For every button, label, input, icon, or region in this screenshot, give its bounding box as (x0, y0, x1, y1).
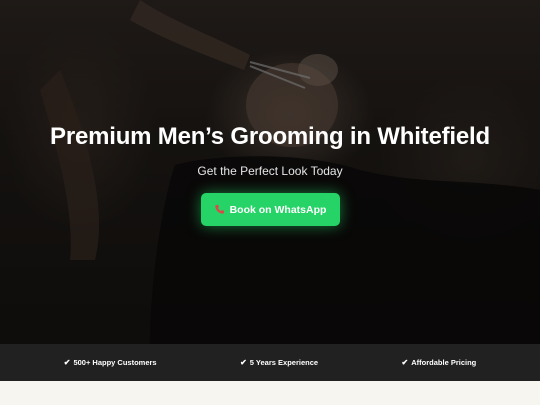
trust-item-customers: ✔ 500+ Happy Customers (64, 358, 157, 367)
next-section (0, 381, 540, 405)
trust-bar: ✔ 500+ Happy Customers ✔ 5 Years Experie… (0, 344, 540, 381)
book-on-whatsapp-button[interactable]: Book on WhatsApp (200, 193, 340, 226)
hero-subtitle: Get the Perfect Look Today (197, 164, 343, 178)
phone-icon (214, 204, 224, 214)
hero-content: Premium Men’s Grooming in Whitefield Get… (0, 118, 540, 226)
check-icon: ✔ (240, 358, 247, 367)
trust-item-experience: ✔ 5 Years Experience (240, 358, 318, 367)
check-icon: ✔ (401, 358, 409, 367)
trust-item-label: 5 Years Experience (249, 358, 319, 367)
trust-item-pricing: ✔ Affordable Pricing (402, 358, 477, 367)
trust-item-label: 500+ Happy Customers (73, 358, 157, 367)
check-icon: ✔ (63, 358, 71, 367)
book-on-whatsapp-label: Book on WhatsApp (229, 203, 327, 216)
hero-title: Premium Men’s Grooming in Whitefield (50, 123, 490, 150)
trust-item-label: Affordable Pricing (411, 358, 477, 367)
hero-section: Premium Men’s Grooming in Whitefield Get… (0, 0, 540, 344)
